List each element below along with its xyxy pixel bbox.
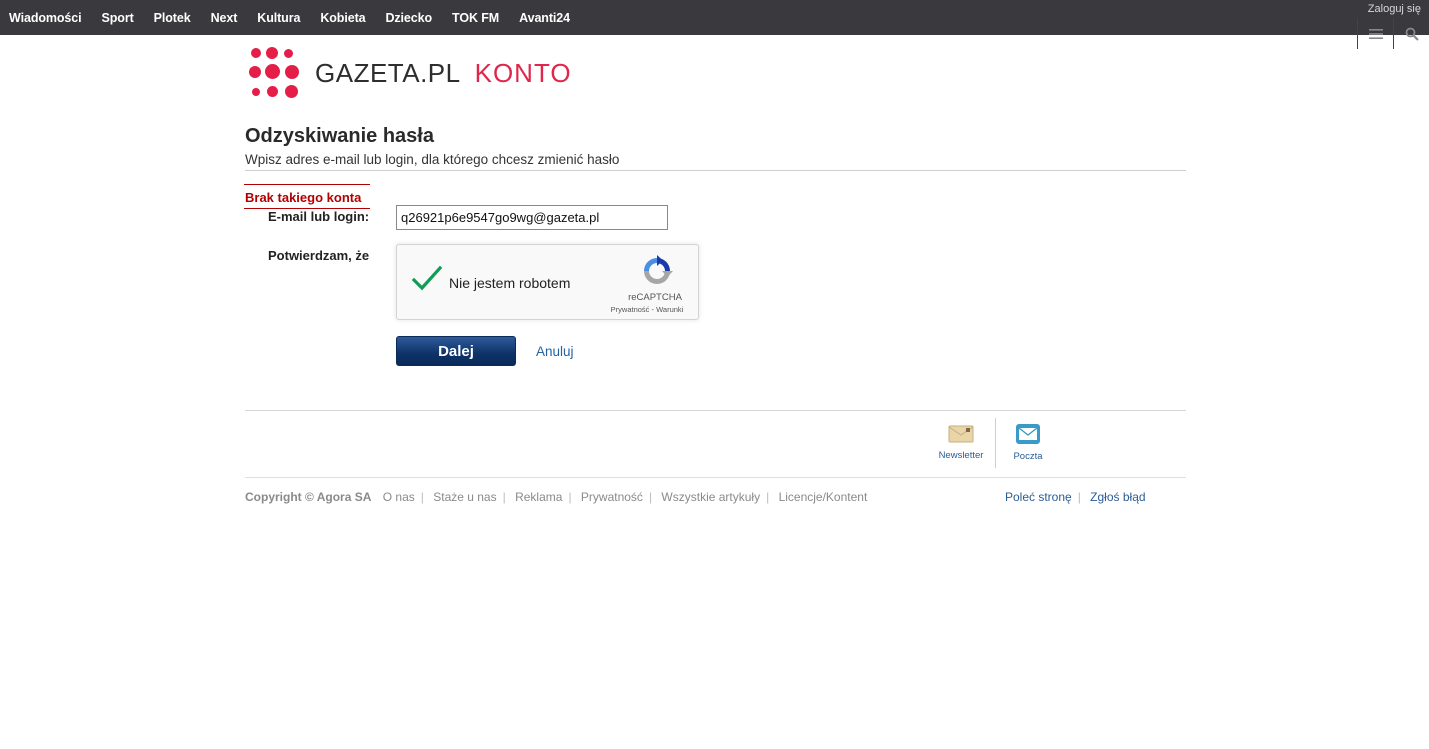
error-message: Brak takiego konta — [245, 190, 362, 205]
recaptcha-label: Nie jestem robotem — [449, 275, 571, 291]
page-title: Odzyskiwanie hasła — [245, 125, 434, 147]
recaptcha-privacy-link[interactable]: Prywatność — [611, 305, 650, 314]
newsletter-envelope-icon — [948, 425, 974, 443]
footer-link-wszystkie-artykuly[interactable]: Wszystkie artykuły — [661, 490, 760, 504]
nav-link-avanti24[interactable]: Avanti24 — [519, 11, 570, 25]
top-navigation-bar: Wiadomości Sport Plotek Next Kultura Kob… — [0, 0, 1429, 35]
poczta-label: Poczta — [1013, 451, 1043, 462]
nav-link-plotek[interactable]: Plotek — [154, 11, 191, 25]
nav-link-kultura[interactable]: Kultura — [257, 11, 300, 25]
page-subtitle: Wpisz adres e-mail lub login, dla któreg… — [245, 152, 620, 167]
recaptcha-logo-icon — [644, 255, 673, 284]
recaptcha-links: Prywatność - Warunki — [603, 305, 691, 314]
mail-icon — [1016, 424, 1040, 444]
recaptcha-brand: reCAPTCHA — [628, 292, 682, 303]
logo-section-text: KONTO — [474, 57, 572, 88]
nav-link-kobieta[interactable]: Kobieta — [320, 11, 365, 25]
search-button[interactable] — [1393, 18, 1429, 49]
footer-bottom-divider — [245, 477, 1186, 478]
footer-link-polec-strone[interactable]: Poleć stronę — [1005, 490, 1072, 504]
menu-button[interactable] — [1357, 18, 1393, 49]
newsletter-label: Newsletter — [938, 450, 984, 461]
poczta-link[interactable]: Poczta — [993, 420, 1063, 462]
footer-link-o-nas[interactable]: O nas — [383, 490, 415, 504]
gazeta-konto-logo[interactable]: GAZETA.PL KONTO — [248, 47, 572, 99]
recaptcha-widget: Nie jestem robotem reCAPTCHA Prywatność … — [396, 244, 699, 320]
footer-links: Copyright © Agora SA O nas | Staże u nas |… — [245, 490, 868, 504]
footer-link-licencje[interactable]: Licencje/Kontent — [779, 490, 868, 504]
footer-link-staze[interactable]: Staże u nas — [433, 490, 496, 504]
hamburger-icon — [1368, 28, 1383, 39]
recaptcha-terms-link[interactable]: Warunki — [656, 305, 683, 314]
footer-link-prywatnosc[interactable]: Prywatność — [581, 490, 643, 504]
footer-link-zglos-blad[interactable]: Zgłoś błąd — [1090, 490, 1145, 504]
cancel-link[interactable]: Anuluj — [536, 344, 574, 359]
confirm-label: Potwierdzam, że — [268, 248, 370, 263]
nav-link-tokfm[interactable]: TOK FM — [452, 11, 499, 25]
logo-brand-text: GAZETA.PL — [315, 57, 461, 88]
footer-right-links: Poleć stronę | Zgłoś błąd — [1005, 490, 1146, 504]
nav-link-wiadomosci[interactable]: Wiadomości — [9, 11, 82, 25]
nav-link-next[interactable]: Next — [211, 11, 238, 25]
login-link[interactable]: Zaloguj się — [1368, 3, 1421, 15]
email-login-input[interactable] — [396, 205, 668, 230]
copyright-text: Copyright © Agora SA — [245, 490, 372, 504]
nav-link-dziecko[interactable]: Dziecko — [385, 11, 432, 25]
top-nav: Wiadomości Sport Plotek Next Kultura Kob… — [0, 0, 590, 35]
nav-link-sport[interactable]: Sport — [102, 11, 134, 25]
footer-top-divider — [245, 410, 1186, 411]
search-icon — [1405, 27, 1419, 41]
recaptcha-checkmark-icon[interactable] — [411, 265, 443, 293]
newsletter-link[interactable]: Newsletter — [926, 420, 996, 461]
email-label: E-mail lub login: — [268, 209, 370, 224]
header-divider — [245, 170, 1186, 171]
gazeta-dots-logo-icon — [248, 47, 302, 99]
footer-link-reklama[interactable]: Reklama — [515, 490, 562, 504]
next-button[interactable]: Dalej — [396, 336, 516, 366]
